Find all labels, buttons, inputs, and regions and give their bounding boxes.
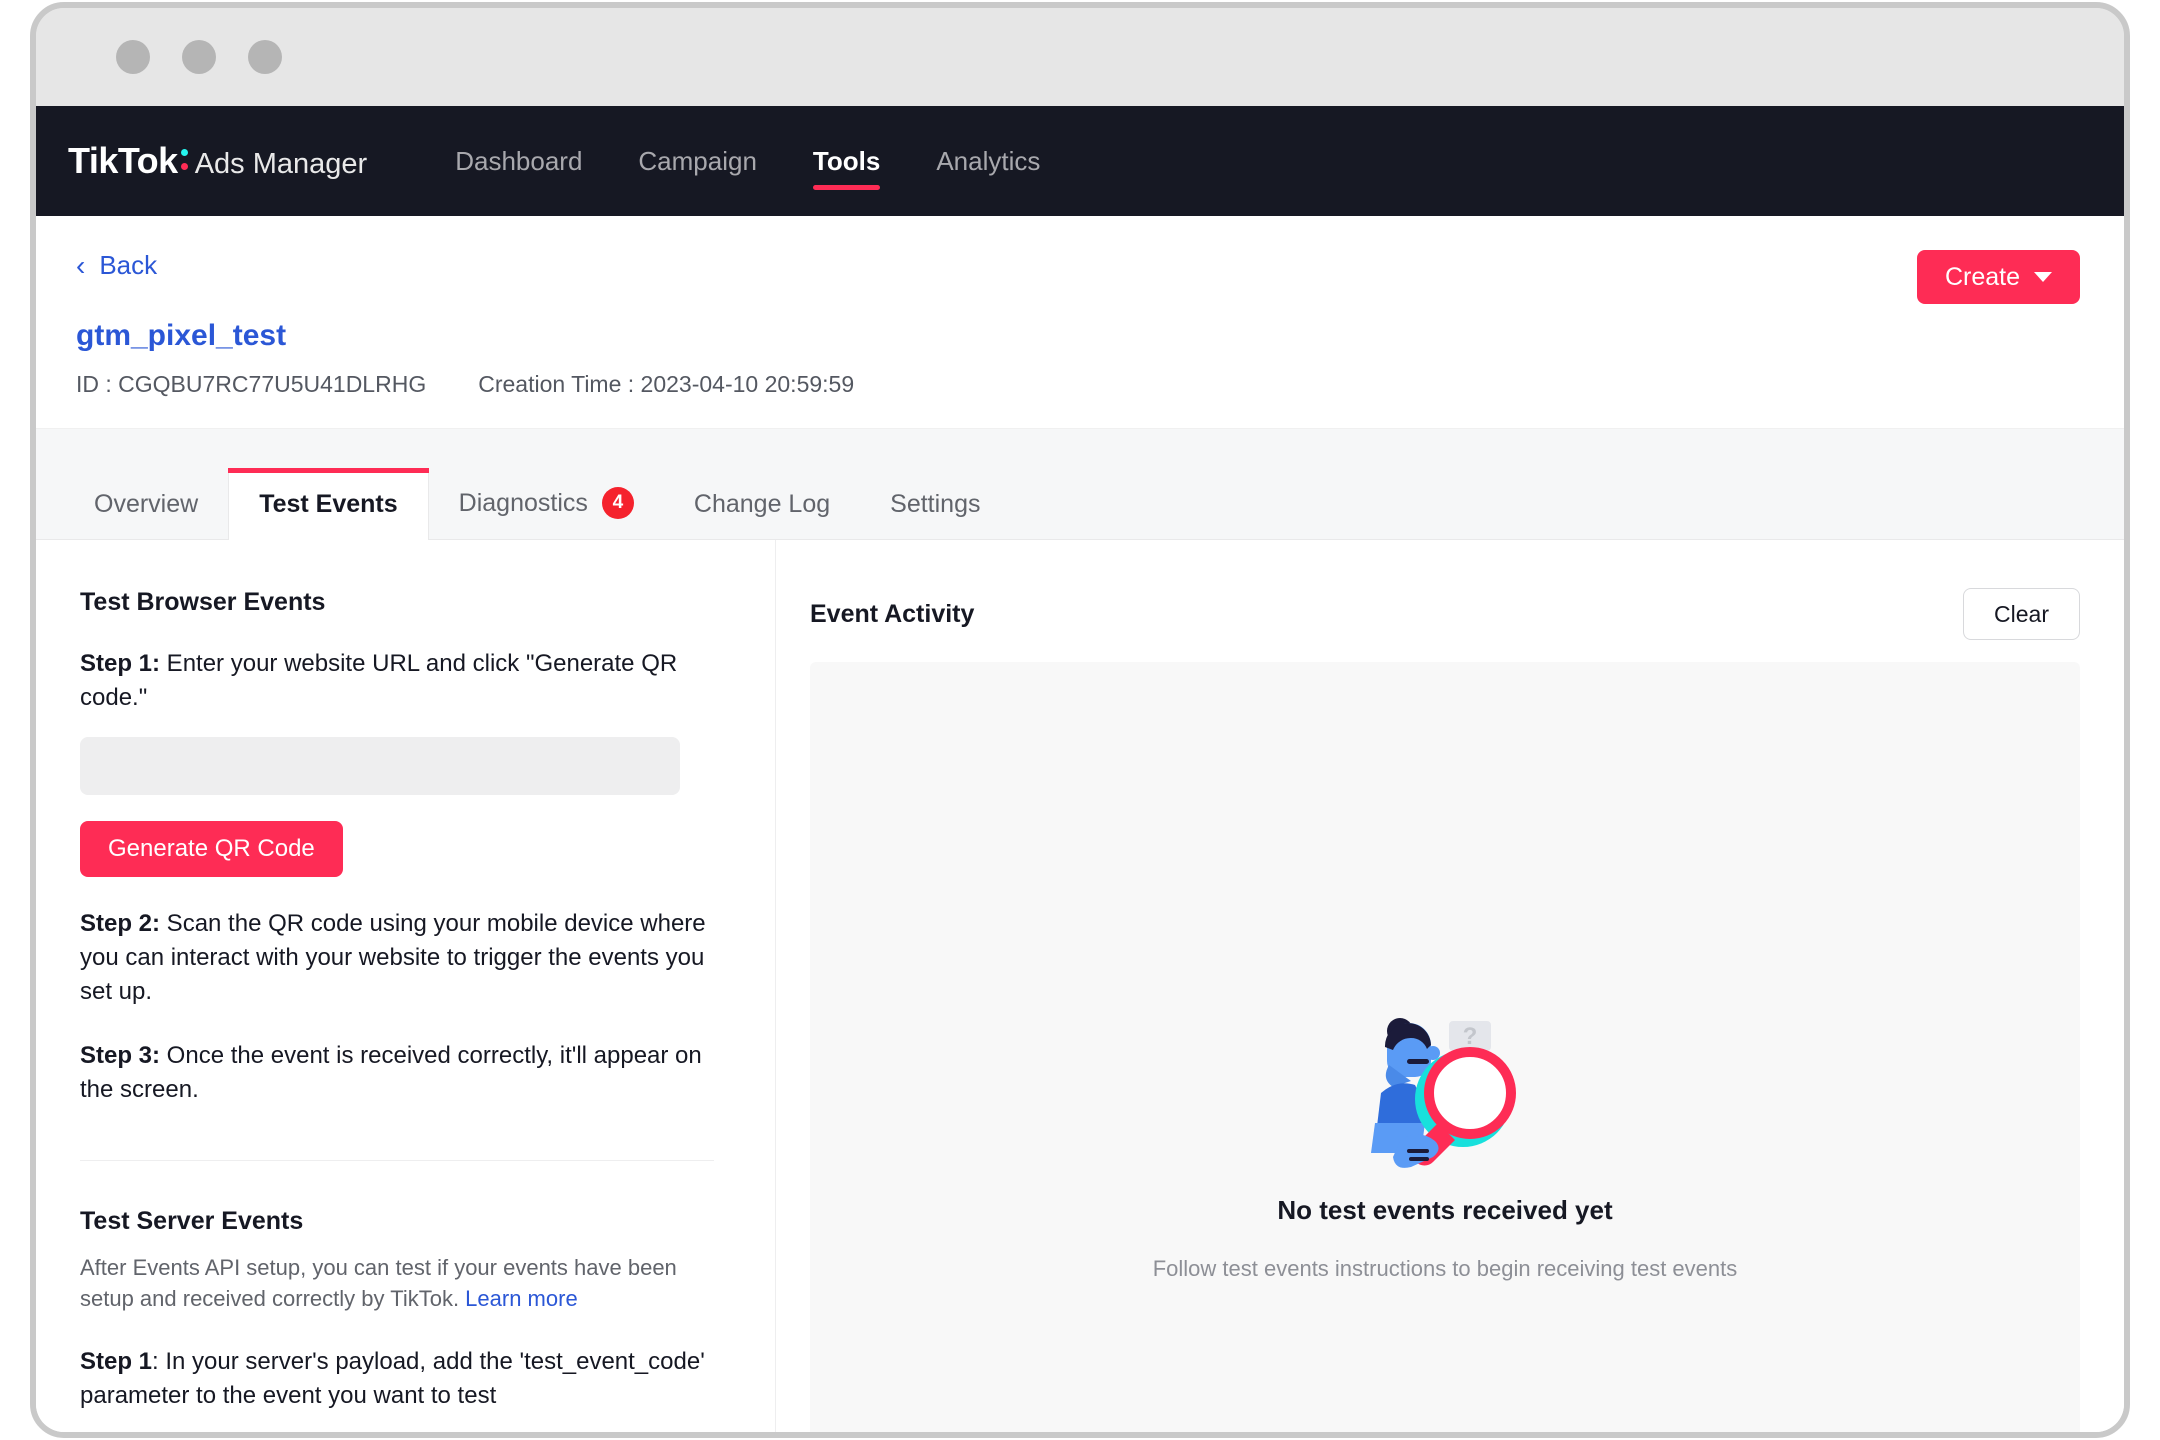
server-events-title: Test Server Events: [80, 1206, 304, 1235]
tabbar-wrapper: Overview Test Events Diagnostics 4 Chang…: [36, 429, 2124, 540]
tabbar: Overview Test Events Diagnostics 4 Chang…: [36, 465, 2124, 540]
tab-diagnostics-label: Diagnostics: [458, 488, 588, 517]
nav-links: Dashboard Campaign Tools Analytics: [427, 106, 1068, 216]
page-title[interactable]: gtm_pixel_test: [76, 319, 286, 353]
section-divider: [80, 1159, 714, 1161]
browser-step-2-label: Step 2:: [80, 910, 161, 938]
test-events-content: Test Browser Events Step 1: Enter your w…: [36, 540, 2124, 1432]
browser-step-1-text: Enter your website URL and click "Genera…: [80, 650, 678, 712]
browser-step-1: Step 1: Enter your website URL and click…: [80, 647, 731, 715]
browser-events-title: Test Browser Events: [80, 588, 326, 616]
browser-step-2: Step 2: Scan the QR code using your mobi…: [80, 907, 731, 1009]
event-activity-header: Event Activity Clear: [810, 588, 2080, 640]
top-navigation: TikTok Ads Manager Dashboard Campaign To…: [36, 106, 2124, 216]
browser-step-1-label: Step 1:: [80, 650, 161, 677]
event-activity-panel: Event Activity Clear ? No test events re…: [776, 540, 2124, 1432]
event-activity-title: Event Activity: [810, 599, 975, 628]
browser-step-3: Step 3: Once the event is received corre…: [80, 1039, 731, 1107]
browser-step-3-text: Once the event is received correctly, it…: [80, 1042, 702, 1104]
chevron-down-icon: [2034, 272, 2052, 282]
test-browser-events-panel: Test Browser Events Step 1: Enter your w…: [36, 540, 776, 1432]
maximize-dot[interactable]: [248, 40, 282, 74]
pixel-meta: ID : CGQBU7RC77U5U41DLRHG Creation Time …: [76, 371, 2084, 398]
nav-link-analytics[interactable]: Analytics: [908, 106, 1068, 216]
diagnostics-badge: 4: [601, 487, 634, 519]
tab-settings[interactable]: Settings: [860, 468, 1010, 539]
create-button[interactable]: Create: [1916, 250, 2080, 304]
nav-link-dashboard[interactable]: Dashboard: [427, 106, 610, 216]
brand-subtitle: Ads Manager: [194, 148, 368, 180]
back-button[interactable]: ‹ Back: [76, 250, 157, 281]
tab-settings-label: Settings: [890, 490, 981, 518]
event-activity-empty-state: ? No test events received yet Follow tes…: [810, 662, 2080, 1432]
tab-test-events-label: Test Events: [259, 490, 398, 518]
tab-diagnostics[interactable]: Diagnostics 4: [429, 465, 664, 539]
minimize-dot[interactable]: [182, 40, 216, 74]
learn-more-link[interactable]: Learn more: [465, 1286, 578, 1311]
pixel-id: ID : CGQBU7RC77U5U41DLRHG: [76, 371, 427, 397]
server-step-1: Step 1: In your server's payload, add th…: [80, 1345, 731, 1413]
create-label: Create: [1944, 262, 2020, 291]
brand-colon-icon: [179, 141, 191, 173]
empty-state-subtitle: Follow test events instructions to begin…: [1152, 1255, 1738, 1281]
nav-link-tools[interactable]: Tools: [785, 106, 908, 216]
tab-test-events[interactable]: Test Events: [228, 468, 430, 540]
close-dot[interactable]: [116, 40, 150, 74]
chevron-left-icon: ‹: [76, 249, 86, 281]
clear-button[interactable]: Clear: [1963, 588, 2080, 640]
tab-overview[interactable]: Overview: [64, 468, 228, 539]
server-events-description: After Events API setup, you can test if …: [80, 1252, 720, 1316]
svg-text:?: ?: [1463, 1023, 1478, 1050]
empty-state-title: No test events received yet: [1277, 1194, 1613, 1225]
nav-link-campaign[interactable]: Campaign: [610, 106, 785, 216]
website-url-input[interactable]: [80, 737, 680, 796]
page-body: ‹ Back Create gtm_pixel_test ID : CGQBU7…: [36, 216, 2124, 1432]
pixel-creation-time: Creation Time : 2023-04-10 20:59:59: [478, 371, 855, 397]
browser-window: TikTok Ads Manager Dashboard Campaign To…: [30, 2, 2130, 1438]
brand-tiktok-text: TikTok: [68, 140, 178, 181]
server-events-description-text: After Events API setup, you can test if …: [80, 1254, 677, 1312]
tab-change-log[interactable]: Change Log: [664, 468, 860, 539]
generate-qr-code-button[interactable]: Generate QR Code: [80, 821, 343, 878]
browser-step-3-label: Step 3:: [80, 1042, 161, 1070]
browser-step-2-text: Scan the QR code using your mobile devic…: [80, 910, 706, 1006]
server-step-1-label: Step 1: [80, 1348, 153, 1376]
tab-change-log-label: Change Log: [693, 490, 831, 518]
browser-titlebar: [36, 8, 2124, 106]
tiktok-ads-manager-logo[interactable]: TikTok Ads Manager: [68, 140, 367, 182]
pixel-header-card: ‹ Back Create gtm_pixel_test ID : CGQBU7…: [36, 216, 2124, 429]
back-label: Back: [99, 250, 158, 280]
magnifying-glass-person-illustration: ?: [1371, 1017, 1516, 1168]
server-step-1-text: : In your server's payload, add the 'tes…: [80, 1348, 705, 1410]
tab-overview-label: Overview: [94, 490, 199, 518]
